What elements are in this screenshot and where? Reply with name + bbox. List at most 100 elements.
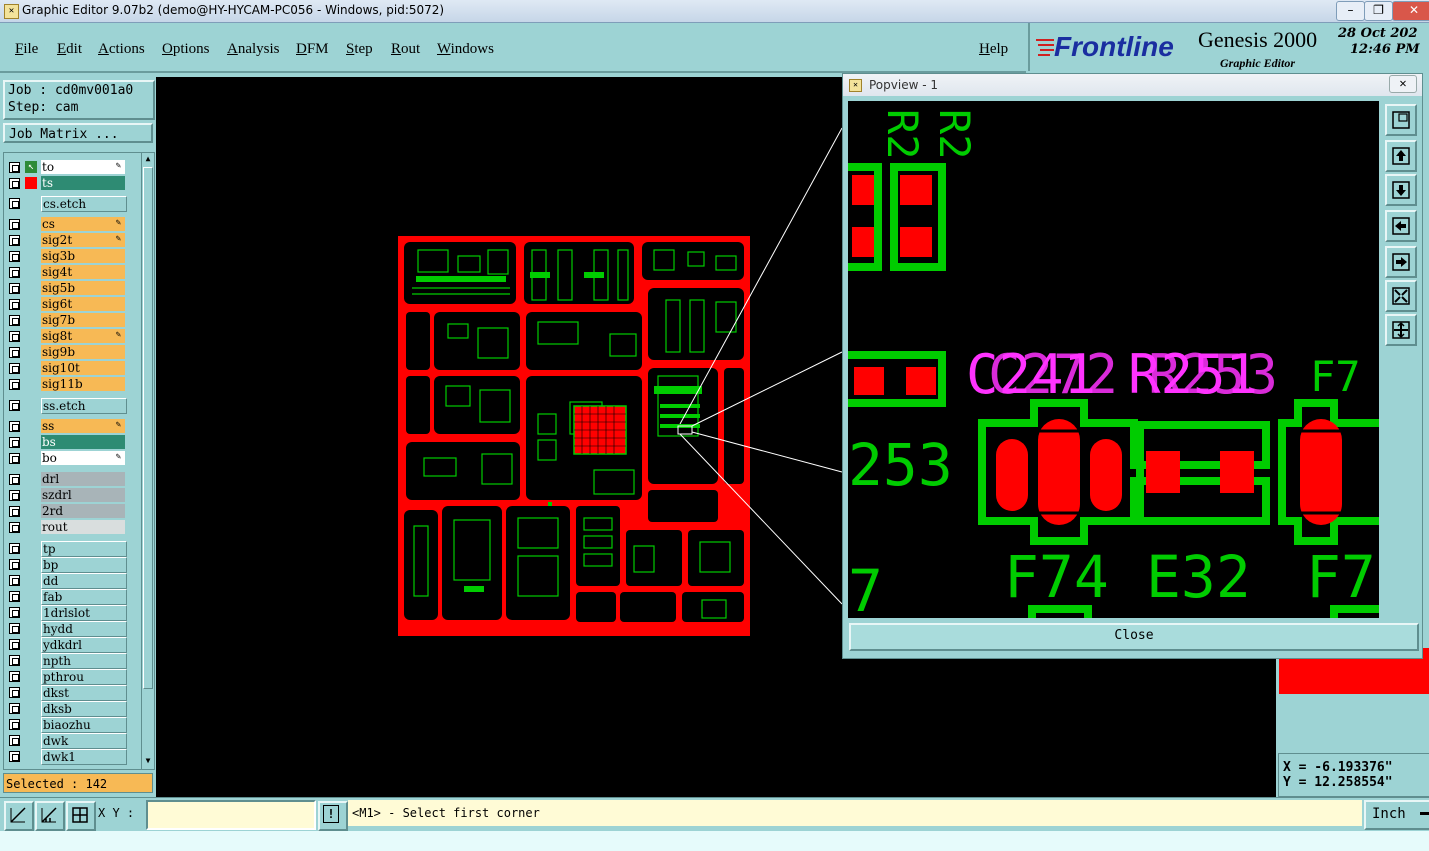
layer-name[interactable]: sig3b [41,249,125,263]
xy-input[interactable] [146,800,316,830]
menu-edit[interactable]: Edit [57,41,82,58]
layer-row-ss[interactable]: ss ✎ [6,419,125,434]
layer-checkbox[interactable] [9,421,20,432]
layer-checkbox[interactable] [9,347,20,358]
layer-row-pthrou[interactable]: pthrou [6,669,127,685]
layer-checkbox[interactable] [9,251,20,262]
zoom-in-button[interactable] [1385,280,1417,312]
layer-row-to[interactable]: ↖ to ✎ [6,160,125,175]
layer-checkbox[interactable] [9,162,20,173]
layer-name[interactable]: sig9b [41,345,125,359]
layer-checkbox[interactable] [9,671,20,682]
layer-name[interactable]: bo [41,451,125,465]
layer-row-szdrl[interactable]: szdrl [6,488,125,503]
layer-name[interactable]: dkst [41,685,127,701]
layer-checkbox[interactable] [9,703,20,714]
layer-checkbox[interactable] [9,543,20,554]
popview-close-icon[interactable]: ✕ [1389,75,1417,93]
layer-checkbox[interactable] [9,453,20,464]
layer-row-sig4t[interactable]: sig4t [6,265,125,280]
layer-row-sig6t[interactable]: sig6t [6,297,125,312]
layer-name[interactable]: 1drlslot [41,605,127,621]
maximize-button[interactable]: ❐ [1364,1,1393,21]
layer-name[interactable]: dksb [41,701,127,717]
menu-dfm[interactable]: DFM [296,41,329,58]
unit-selector[interactable]: Inch [1364,800,1429,830]
layer-row-hydd[interactable]: hydd [6,621,127,637]
layer-name[interactable]: bs [41,435,125,449]
layer-checkbox[interactable] [9,267,20,278]
layer-checkbox[interactable] [9,490,20,501]
menu-rout[interactable]: Rout [391,41,420,58]
layer-row-fab[interactable]: fab [6,589,127,605]
layer-checkbox[interactable] [9,363,20,374]
layer-checkbox[interactable] [9,400,20,411]
layer-checkbox[interactable] [9,591,20,602]
layer-checkbox[interactable] [9,474,20,485]
layer-name[interactable]: sig11b [41,377,125,391]
layer-row-sig9b[interactable]: sig9b [6,345,125,360]
layer-row-dksb[interactable]: dksb [6,701,127,717]
layer-name[interactable]: npth [41,653,127,669]
layer-name[interactable]: tp [41,541,127,557]
scroll-down-icon[interactable]: ▼ [143,756,153,766]
menu-file[interactable]: File [15,41,38,58]
layer-checkbox[interactable] [9,198,20,209]
layer-row-dd[interactable]: dd [6,573,127,589]
layer-checkbox[interactable] [9,437,20,448]
layer-row-npth[interactable]: npth [6,653,127,669]
scroll-thumb[interactable] [143,167,153,689]
layer-name[interactable]: fab [41,589,127,605]
layer-row-ss.etch[interactable]: ss.etch [6,398,127,414]
minimize-button[interactable]: – [1336,1,1365,21]
layer-row-biaozhu[interactable]: biaozhu [6,717,127,733]
layer-row-bs[interactable]: bs [6,435,125,450]
layer-name[interactable]: to [41,160,125,174]
layer-checkbox[interactable] [9,559,20,570]
layer-row-sig8t[interactable]: sig8t ✎ [6,329,125,344]
layer-row-sig3b[interactable]: sig3b [6,249,125,264]
layer-name[interactable]: sig7b [41,313,125,327]
job-matrix-button[interactable]: Job Matrix ... [3,123,153,143]
pan-right-button[interactable] [1385,246,1417,278]
layer-row-sig2t[interactable]: sig2t ✎ [6,233,125,248]
layer-scrollbar[interactable]: ▲ ▼ [141,152,155,770]
layer-name[interactable]: rout [41,520,125,534]
pan-down-button[interactable] [1385,174,1417,206]
layer-row-2rd[interactable]: 2rd [6,504,125,519]
grid-button[interactable] [66,801,96,831]
layer-checkbox[interactable] [9,379,20,390]
pan-up-button[interactable] [1385,140,1417,172]
layer-row-dwk1[interactable]: dwk1 [6,749,127,765]
layer-row-cs.etch[interactable]: cs.etch [6,196,127,212]
layer-name[interactable]: biaozhu [41,717,127,733]
snap-button[interactable] [4,801,34,831]
layer-name[interactable]: ydkdrl [41,637,127,653]
pcb-board-image[interactable] [398,236,750,636]
layer-row-ts[interactable]: ts [6,176,125,191]
layer-checkbox[interactable] [9,751,20,762]
layer-checkbox[interactable] [9,623,20,634]
layer-checkbox[interactable] [9,219,20,230]
pan-left-button[interactable] [1385,210,1417,242]
layer-checkbox[interactable] [9,655,20,666]
layer-checkbox[interactable] [9,235,20,246]
layer-row-1drlslot[interactable]: 1drlslot [6,605,127,621]
scroll-up-icon[interactable]: ▲ [143,154,153,164]
layer-row-dkst[interactable]: dkst [6,685,127,701]
layer-checkbox[interactable] [9,687,20,698]
layer-name[interactable]: dd [41,573,127,589]
layer-checkbox[interactable] [9,575,20,586]
layer-name[interactable]: pthrou [41,669,127,685]
layer-row-bp[interactable]: bp [6,557,127,573]
layer-name[interactable]: sig6t [41,297,125,311]
layer-name[interactable]: bp [41,557,127,573]
layer-name[interactable]: dwk [41,733,127,749]
zoom-window-button[interactable] [1385,104,1417,136]
layer-checkbox[interactable] [9,331,20,342]
layer-name[interactable]: sig5b [41,281,125,295]
menu-step[interactable]: Step [346,41,373,58]
layer-checkbox[interactable] [9,719,20,730]
zoom-out-button[interactable] [1385,314,1417,346]
menu-actions[interactable]: Actions [98,41,145,58]
